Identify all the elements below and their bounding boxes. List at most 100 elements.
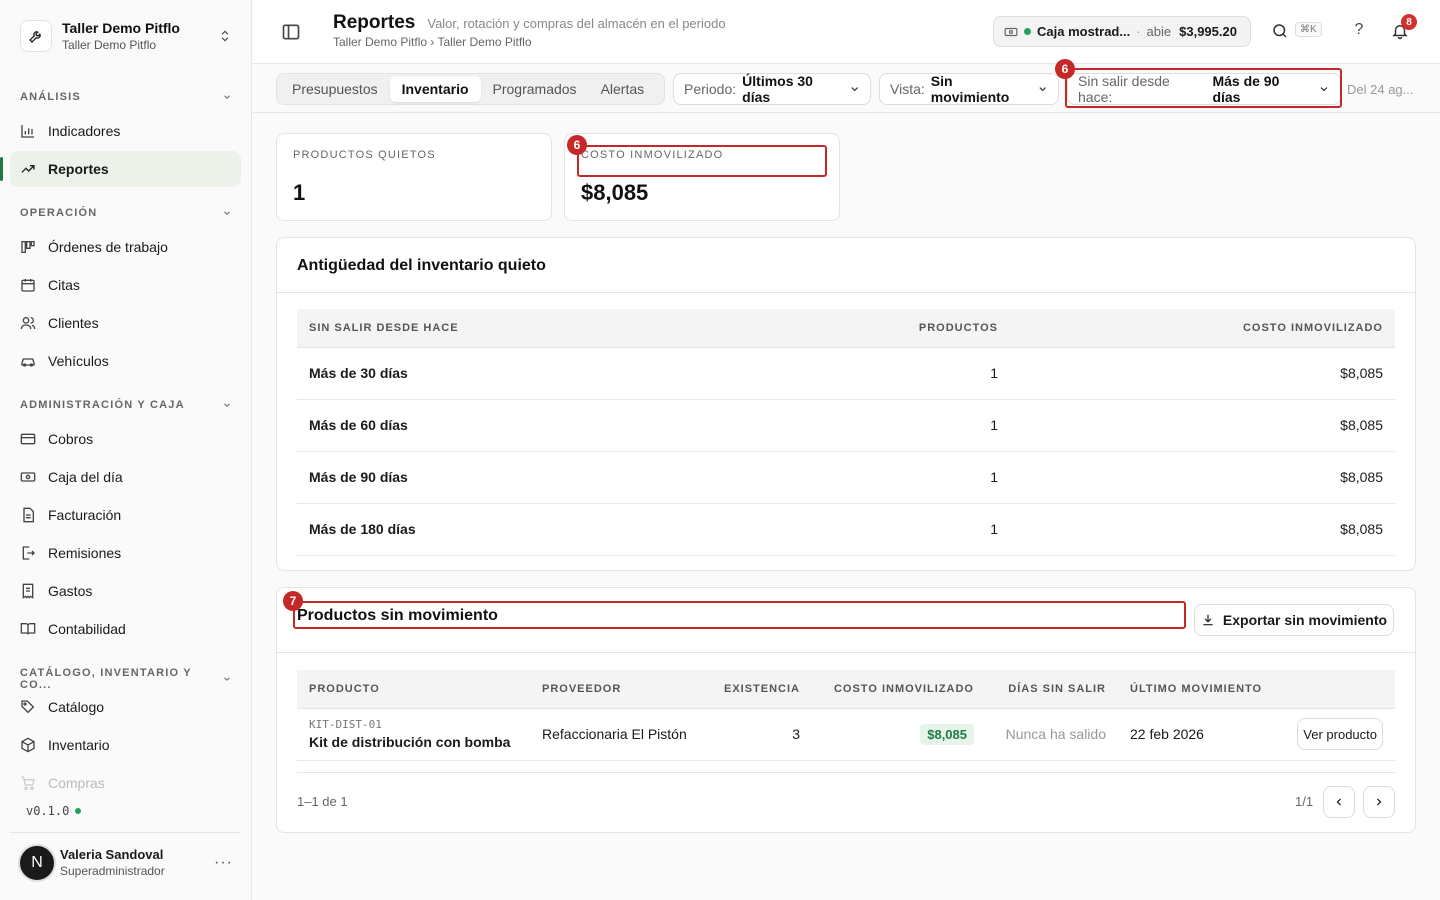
sidebar-item-remisiones[interactable]: Remisiones	[10, 535, 241, 571]
book-icon	[20, 623, 36, 635]
tab-alertas[interactable]: Alertas	[589, 76, 657, 102]
notification-badge: 8	[1401, 14, 1417, 30]
sidebar-item-indicadores[interactable]: Indicadores	[10, 113, 241, 149]
chevron-down-icon	[1039, 87, 1046, 92]
sidebar-toggle-icon[interactable]	[281, 22, 301, 42]
sidebar-item-inventario[interactable]: Inventario	[10, 727, 241, 763]
sidebar-item-ordenes[interactable]: Órdenes de trabajo	[10, 229, 241, 265]
product-name: Kit de distribución con bomba	[309, 734, 511, 750]
periodo-select[interactable]: Periodo: Últimos 30 días	[673, 73, 871, 105]
credit-card-icon	[20, 433, 36, 445]
section-operacion[interactable]: OPERACIÓN	[20, 207, 232, 219]
supplier: Refaccionaria El Pistón	[530, 708, 702, 761]
pager-prev-button[interactable]	[1323, 786, 1355, 818]
annotation-badge-6b: 6	[567, 135, 587, 155]
col-header: PRODUCTOS	[810, 309, 1010, 348]
pager-next-button[interactable]	[1363, 786, 1395, 818]
car-icon	[21, 358, 35, 367]
user-role: Superadministrador	[60, 864, 165, 878]
table-row: Más de 180 días 1 $8,085	[297, 503, 1395, 556]
chevron-down-icon	[224, 95, 230, 99]
section-analisis[interactable]: ANÁLISIS	[20, 91, 232, 103]
box-icon	[21, 737, 35, 753]
col-header: SIN SALIR DESDE HACE	[297, 309, 810, 348]
chevron-down-icon	[224, 211, 230, 215]
vista-select[interactable]: Vista: Sin movimiento	[879, 73, 1059, 105]
calendar-icon	[21, 279, 35, 292]
cash-icon	[1004, 27, 1018, 36]
table-row: Más de 30 días 1 $8,085	[297, 347, 1395, 400]
page-subtitle: Valor, rotación y compras del almacén en…	[427, 16, 726, 31]
cart-icon	[21, 776, 35, 790]
org-sub: Taller Demo Pitflo	[62, 38, 157, 52]
search-icon[interactable]	[1271, 22, 1289, 40]
help-icon[interactable]: ?	[1350, 21, 1368, 39]
cash-register-name: Caja mostrad...	[1037, 24, 1131, 39]
export-button[interactable]: Exportar sin movimiento	[1194, 604, 1394, 636]
sidebar-item-caja[interactable]: Caja del día	[10, 459, 241, 495]
sidebar-item-cobros[interactable]: Cobros	[10, 421, 241, 457]
cash-register-pill[interactable]: Caja mostrad... · abie $3,995.20	[993, 16, 1251, 47]
more-icon[interactable]: ···	[214, 854, 233, 872]
annotation-badge-6: 6	[1055, 59, 1075, 79]
chevron-updown-icon	[221, 30, 229, 42]
section-catalogo[interactable]: CATÁLOGO, INVENTARIO Y CO...	[20, 667, 232, 691]
breadcrumb[interactable]: Taller Demo Pitflo › Taller Demo Pitflo	[333, 35, 532, 49]
cost-badge: $8,085	[920, 723, 974, 745]
chevron-down-icon	[850, 87, 858, 92]
org-switcher[interactable]: Taller Demo Pitflo Taller Demo Pitflo	[10, 10, 242, 62]
view-product-button[interactable]: Ver producto	[1297, 718, 1383, 750]
report-tabs: Presupuestos Inventario Programados Aler…	[276, 73, 665, 105]
sidebar-item-catalogo[interactable]: Catálogo	[10, 689, 241, 725]
users-icon	[20, 317, 36, 330]
tag-icon	[21, 700, 35, 714]
aging-title: Antigüedad del inventario quieto	[297, 257, 546, 274]
sidebar-item-compras[interactable]: Compras	[10, 765, 241, 801]
tab-inventario[interactable]: Inventario	[389, 76, 481, 102]
stale-table: PRODUCTO PROVEEDOR EXISTENCIA COSTO INMO…	[297, 670, 1395, 761]
cash-register-amount: $3,995.20	[1179, 24, 1237, 39]
days-since: Nunca ha salido	[986, 708, 1118, 761]
tab-presupuestos[interactable]: Presupuestos	[280, 76, 390, 102]
document-icon	[23, 507, 34, 523]
cash-icon	[20, 472, 36, 482]
cash-register-status: abie	[1146, 24, 1172, 39]
kanban-icon	[21, 241, 35, 253]
sidebar-item-reportes[interactable]: Reportes	[0, 151, 241, 187]
kpi-label: PRODUCTOS QUIETOS	[293, 149, 436, 161]
shortcut-hint: ⌘K	[1295, 22, 1322, 37]
col-header: EXISTENCIA	[702, 670, 812, 709]
col-header: DÍAS SIN SALIR	[986, 670, 1118, 709]
section-administracion[interactable]: ADMINISTRACIÓN Y CAJA	[20, 399, 232, 411]
date-range: Del 24 ag...	[1347, 82, 1414, 97]
bar-chart-icon	[21, 125, 34, 138]
col-header: COSTO INMOVILIZADO	[812, 670, 986, 709]
trend-up-icon	[21, 165, 35, 173]
sidebar-item-citas[interactable]: Citas	[10, 267, 241, 303]
sidebar-item-vehiculos[interactable]: Vehículos	[10, 343, 241, 379]
tab-programados[interactable]: Programados	[481, 76, 589, 102]
user-menu[interactable]: N Valeria Sandoval Superadministrador ··…	[10, 832, 241, 892]
last-movement: 22 feb 2026	[1118, 708, 1278, 761]
aging-card: Antigüedad del inventario quieto SIN SAL…	[276, 237, 1416, 571]
file-export-icon	[22, 546, 35, 560]
sidebar-item-clientes[interactable]: Clientes	[10, 305, 241, 341]
chevron-down-icon	[224, 403, 230, 407]
chevron-left-icon	[1336, 798, 1341, 806]
top-header: Reportes Valor, rotación y compras del a…	[253, 0, 1440, 64]
sidebar-item-contabilidad[interactable]: Contabilidad	[10, 611, 241, 647]
sidebar: Taller Demo Pitflo Taller Demo Pitflo AN…	[0, 0, 252, 900]
app-version: v0.1.0	[26, 804, 82, 818]
status-dot	[75, 808, 82, 814]
user-name: Valeria Sandoval	[60, 847, 164, 862]
page-title: Reportes	[333, 12, 416, 33]
pager-pages: 1/1	[1295, 794, 1314, 809]
sidebar-item-facturacion[interactable]: Facturación	[10, 497, 241, 533]
sidebar-item-gastos[interactable]: Gastos	[10, 573, 241, 609]
kpi-value: $8,085	[581, 180, 649, 205]
col-header: COSTO INMOVILIZADO	[1010, 309, 1395, 348]
status-dot	[1024, 28, 1031, 35]
col-header: PROVEEDOR	[530, 670, 702, 709]
kpi-productos-quietos: PRODUCTOS QUIETOS 1	[276, 133, 552, 221]
stock: 3	[702, 708, 812, 761]
